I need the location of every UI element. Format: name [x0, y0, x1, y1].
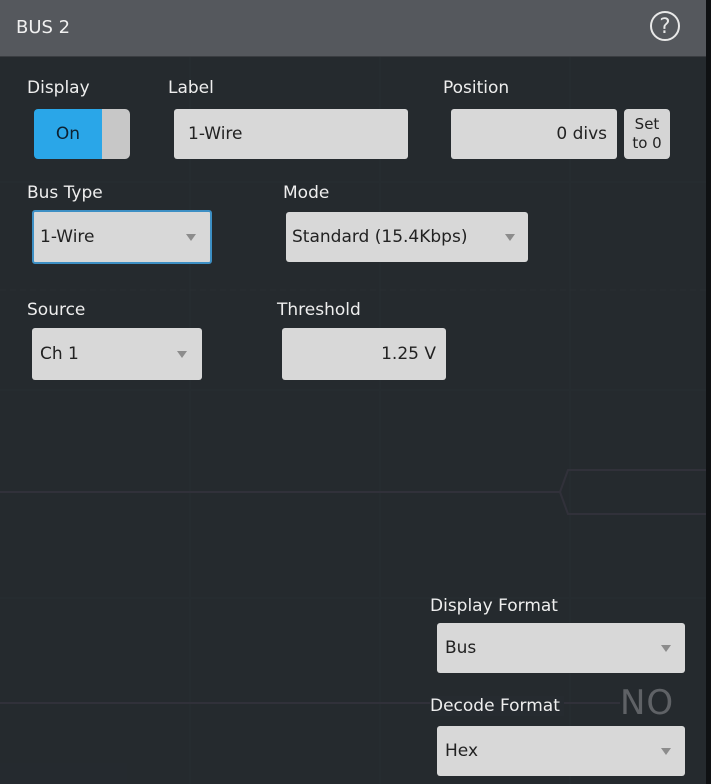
- decode-format-value: Hex: [445, 741, 479, 761]
- mode-label: Mode: [283, 183, 330, 203]
- display-label: Display: [27, 78, 90, 98]
- bus-config-panel: BUS 2 ? Display On Label 1-Wire Position…: [0, 0, 706, 784]
- chevron-down-icon: [177, 351, 187, 358]
- source-value: Ch 1: [40, 344, 79, 364]
- display-toggle-on[interactable]: On: [34, 109, 102, 159]
- position-value: 0 divs: [556, 124, 607, 144]
- label-label: Label: [168, 78, 214, 98]
- display-format-select[interactable]: Bus: [437, 623, 685, 673]
- decode-format-label: Decode Format: [430, 696, 564, 716]
- threshold-label: Threshold: [277, 300, 361, 320]
- panel-title: BUS 2: [16, 17, 71, 38]
- set-to-zero-button[interactable]: Set to 0: [624, 109, 670, 159]
- threshold-value: 1.25 V: [381, 344, 436, 364]
- source-label: Source: [27, 300, 86, 320]
- mode-select[interactable]: Standard (15.4Kbps): [286, 212, 528, 262]
- bus-type-select[interactable]: 1-Wire: [32, 210, 212, 264]
- display-toggle-knob[interactable]: [102, 109, 130, 159]
- chevron-down-icon: [505, 234, 515, 241]
- right-edge-strip: [706, 0, 711, 784]
- label-input-value: 1-Wire: [188, 124, 243, 144]
- source-select[interactable]: Ch 1: [32, 328, 202, 380]
- decode-format-select[interactable]: Hex: [437, 726, 685, 776]
- set-button-line1: Set: [634, 115, 660, 133]
- mode-value: Standard (15.4Kbps): [292, 227, 468, 247]
- position-input[interactable]: 0 divs: [451, 109, 617, 159]
- set-button-line2: to 0: [632, 134, 662, 152]
- chevron-down-icon: [661, 748, 671, 755]
- title-bar: BUS 2 ?: [0, 0, 706, 57]
- display-format-value: Bus: [445, 638, 477, 658]
- help-icon[interactable]: ?: [650, 11, 680, 41]
- chevron-down-icon: [186, 234, 196, 241]
- bus-type-value: 1-Wire: [40, 227, 95, 247]
- display-format-label: Display Format: [430, 596, 558, 616]
- bus-type-label: Bus Type: [27, 183, 103, 203]
- chevron-down-icon: [661, 645, 671, 652]
- position-label: Position: [443, 78, 510, 98]
- label-input[interactable]: 1-Wire: [174, 109, 408, 159]
- threshold-input[interactable]: 1.25 V: [282, 328, 446, 380]
